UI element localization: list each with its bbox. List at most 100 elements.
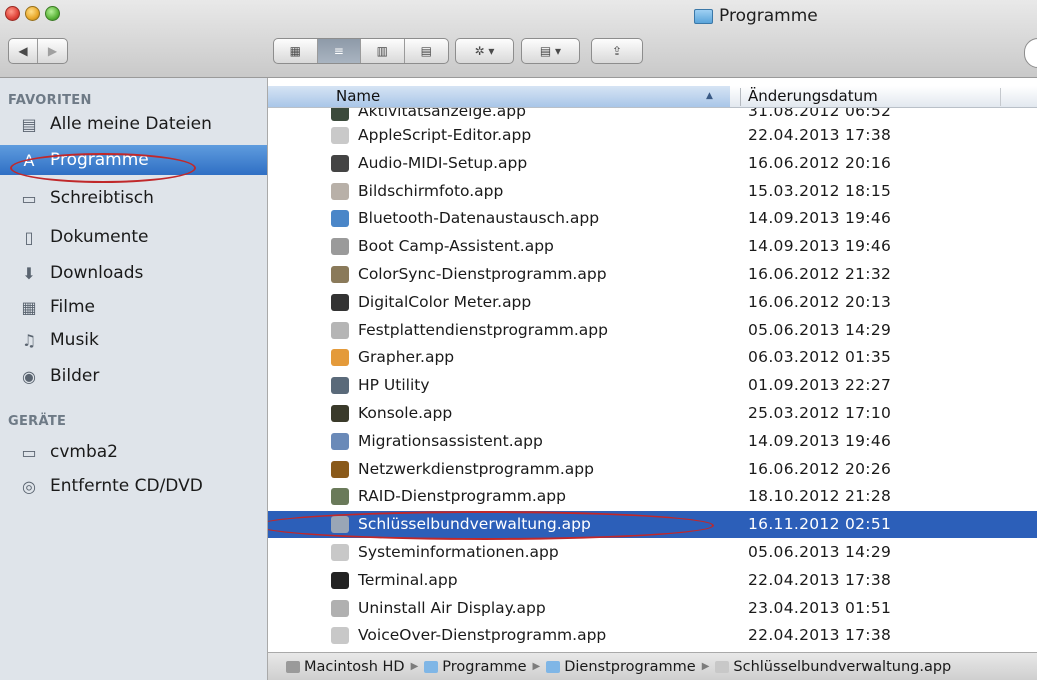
file-row[interactable]: Festplattendienstprogramm.app 05.06.2013 … (268, 317, 1037, 344)
coverflow-view-button[interactable]: ▤ (405, 39, 448, 63)
sidebar-item[interactable]: ▯ Dokumente (0, 222, 267, 252)
annotation-ellipse (268, 511, 714, 541)
sidebar-item[interactable]: ▭ Schreibtisch (0, 183, 267, 213)
modified-date: 15.03.2012 18:15 (748, 181, 892, 200)
zoom-window-button[interactable] (45, 6, 60, 21)
column-header: Name ▲ Änderungsdatum (268, 86, 1037, 108)
documents-icon: ▯ (24, 227, 34, 247)
view-mode-control: ▦ ≡ ▥ ▤ (273, 38, 449, 64)
modified-date: 22.04.2013 17:38 (748, 570, 892, 589)
file-name: Systeminformationen.app (358, 543, 559, 561)
share-button[interactable]: ⇪ (591, 38, 643, 64)
file-row[interactable]: Konsole.app 25.03.2012 17:10 (268, 400, 1037, 427)
app-icon (331, 377, 349, 395)
column-view-button[interactable]: ▥ (361, 39, 405, 63)
path-item[interactable]: Schlüsselbundverwaltung.app (715, 659, 951, 675)
app-icon (331, 488, 349, 506)
keychain-icon (715, 660, 730, 673)
sidebar-item[interactable]: ▤ Alle meine Dateien (0, 109, 267, 139)
back-button[interactable]: ◀ (9, 39, 39, 63)
modified-date: 16.06.2012 20:13 (748, 292, 892, 311)
file-row[interactable]: Uninstall Air Display.app 23.04.2013 01:5… (268, 595, 1037, 622)
list-view-button[interactable]: ≡ (317, 39, 361, 63)
file-row[interactable]: DigitalColor Meter.app 16.06.2012 20:13 (268, 289, 1037, 316)
app-icon (331, 210, 349, 228)
share-icon: ⇪ (611, 44, 623, 58)
file-row[interactable]: RAID-Dienstprogramm.app 18.10.2012 21:28 (268, 483, 1037, 510)
app-icon (331, 432, 349, 450)
column-divider[interactable] (1000, 88, 1001, 106)
file-row[interactable]: Aktivitätsanzeige.app 31.08.2012 06:52 (268, 108, 1037, 122)
file-row[interactable]: AppleScript-Editor.app 22.04.2013 17:38 (268, 122, 1037, 149)
app-icon (331, 154, 349, 172)
sidebar-item[interactable]: ⬇ Downloads (0, 258, 267, 288)
file-row[interactable]: Grapher.app 06.03.2012 01:35 (268, 344, 1037, 371)
path-separator-icon: ▶ (410, 661, 419, 672)
file-row[interactable]: Audio-MIDI-Setup.app 16.06.2012 20:16 (268, 150, 1037, 177)
file-row[interactable]: Bildschirmfoto.app 15.03.2012 18:15 (268, 178, 1037, 205)
annotation-ellipse (10, 153, 196, 183)
file-name: Terminal.app (358, 570, 458, 589)
file-row[interactable]: ColorSync-Dienstprogramm.app 16.06.2012 2… (268, 261, 1037, 288)
action-menu-button[interactable]: ✲ ▾ (455, 38, 514, 64)
column-view-icon: ▥ (376, 44, 388, 58)
app-icon (331, 182, 349, 200)
modified-date: 16.06.2012 20:26 (748, 459, 892, 478)
file-row[interactable]: Migrationsassistent.app 14.09.2013 19:46 (268, 428, 1037, 455)
modified-date: 14.09.2013 19:46 (748, 431, 892, 450)
title-bar: Programme ◀ ▶ ▦ ≡ ▥ ▤ ✲ ▾ ▤ ▾ ⇪ (0, 0, 1037, 78)
sidebar-item[interactable]: ♫ Musik (0, 325, 267, 355)
path-item[interactable]: Programme (424, 659, 527, 675)
all-files-icon: ▤ (21, 114, 37, 134)
path-item-label: Schlüsselbundverwaltung.app (733, 658, 952, 675)
sidebar-item-label: Filme (50, 297, 96, 317)
column-divider[interactable] (740, 88, 741, 106)
path-separator-icon: ▶ (701, 661, 710, 672)
file-name: ColorSync-Dienstprogramm.app (358, 265, 607, 283)
file-row[interactable]: Netzwerkdienstprogramm.app 16.06.2012 20:… (268, 456, 1037, 483)
sidebar-item[interactable]: ◉ Bilder (0, 361, 267, 391)
date-column-header[interactable]: Änderungsdatum (748, 87, 878, 105)
back-forward-control: ◀ ▶ (8, 38, 68, 64)
name-column-header[interactable]: Name (336, 87, 380, 105)
file-name: Aktivitätsanzeige.app (358, 108, 526, 120)
sidebar-item-label: Schreibtisch (50, 188, 154, 208)
close-window-button[interactable] (5, 6, 20, 21)
folder-icon (424, 660, 439, 673)
app-icon (331, 321, 349, 339)
file-name: Bildschirmfoto.app (358, 181, 504, 200)
path-item[interactable]: Macintosh HD (286, 659, 405, 675)
path-item[interactable]: Dienstprogramme (546, 659, 696, 675)
sidebar-item-label: Musik (50, 330, 99, 350)
sidebar-device-item[interactable]: ◎ Entfernte CD/DVD (0, 471, 267, 501)
sidebar-item[interactable]: ▦ Filme (0, 292, 267, 322)
modified-date: 31.08.2012 06:52 (748, 108, 892, 120)
app-icon (331, 293, 349, 311)
arrange-menu-button[interactable]: ▤ ▾ (521, 38, 580, 64)
sidebar-item-label: Dokumente (50, 227, 149, 247)
file-row[interactable]: Bluetooth-Datenaustausch.app 14.09.2013 1… (268, 205, 1037, 232)
window-title: Programme (694, 6, 818, 26)
favorites-heading: FAVORITEN (8, 93, 92, 108)
file-name: Konsole.app (358, 404, 453, 422)
file-name: Festplattendienstprogramm.app (358, 320, 608, 339)
file-row-selected[interactable]: Schlüsselbundverwaltung.app 16.11.2012 02… (268, 511, 1037, 541)
file-row[interactable]: Systeminformationen.app 05.06.2013 14:29 (268, 539, 1037, 566)
modified-date: 05.06.2013 14:29 (748, 320, 892, 339)
file-row[interactable]: Terminal.app 22.04.2013 17:38 (268, 567, 1037, 594)
modified-date: 14.09.2013 19:46 (748, 209, 892, 228)
app-icon (331, 405, 349, 422)
sidebar-item-label: cvmba2 (50, 442, 118, 462)
file-row[interactable]: HP Utility 01.09.2013 22:27 (268, 372, 1037, 399)
file-name: Uninstall Air Display.app (358, 598, 546, 617)
search-field[interactable] (1024, 38, 1037, 68)
file-name: Boot Camp-Assistent.app (358, 237, 554, 256)
sidebar-device-item[interactable]: ▭ cvmba2 (0, 437, 267, 467)
file-row[interactable]: VoiceOver-Dienstprogramm.app 22.04.2013 1… (268, 622, 1037, 649)
file-row[interactable]: Boot Camp-Assistent.app 14.09.2013 19:46 (268, 233, 1037, 260)
modified-date: 18.10.2012 21:28 (748, 487, 892, 506)
forward-button[interactable]: ▶ (38, 39, 67, 63)
icon-view-button[interactable]: ▦ (274, 39, 318, 63)
minimize-window-button[interactable] (25, 6, 40, 21)
list-view-icon: ≡ (333, 44, 344, 58)
